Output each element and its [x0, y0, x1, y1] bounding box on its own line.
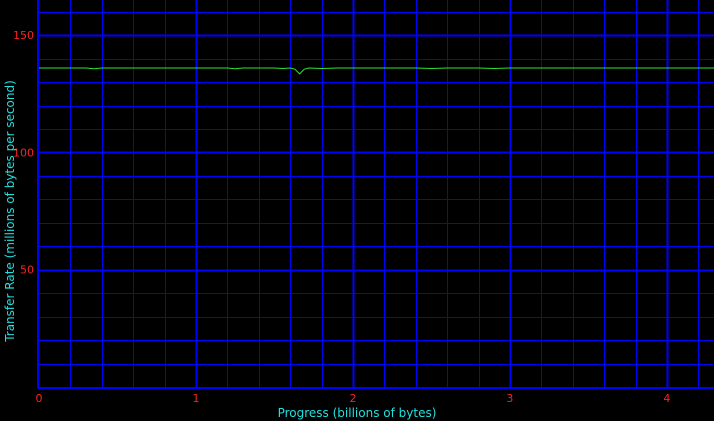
x-tick-labels: 0 1 2 3 4	[36, 392, 671, 405]
x-tick-label: 1	[192, 392, 199, 405]
transfer-rate-chart: 01234 50100150 Progress (billions of byt…	[3, 0, 714, 420]
x-axis-title: Progress (billions of bytes)	[278, 406, 437, 420]
transfer-rate-line	[39, 67, 714, 75]
major-grid	[37, 0, 714, 389]
y-tick-label: 150	[13, 29, 34, 42]
x-tick-label: 4	[663, 392, 670, 405]
y-tick-label: 50	[20, 264, 34, 277]
minor-grid	[39, 0, 714, 387]
x-tick-label: 3	[506, 392, 513, 405]
y-axis-title: Transfer Rate (millions of bytes per sec…	[3, 80, 17, 343]
x-tick-label: 0	[36, 392, 43, 405]
x-tick-label: 2	[349, 392, 356, 405]
